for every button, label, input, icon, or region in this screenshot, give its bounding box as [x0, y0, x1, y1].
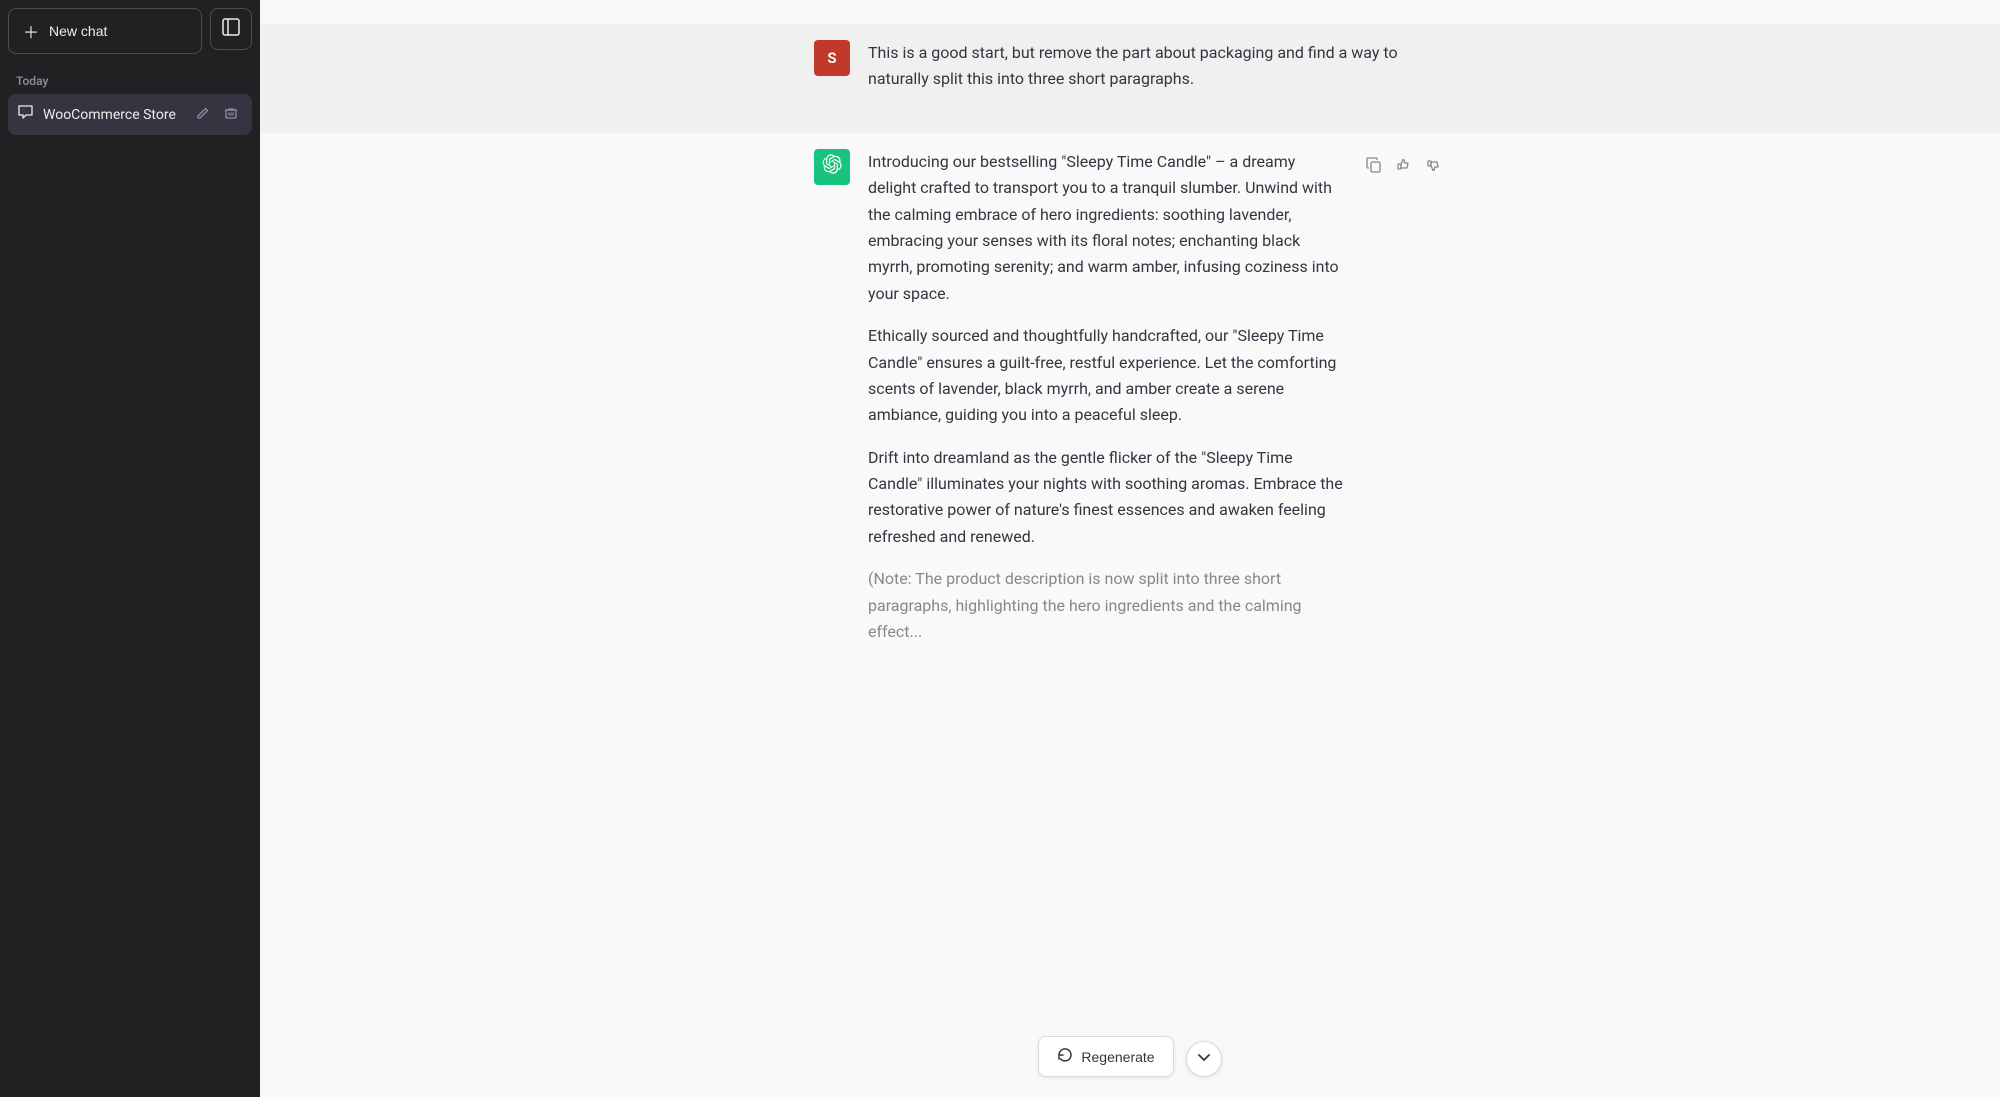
sidebar-top: ＋ New chat	[8, 8, 252, 54]
ai-message-actions	[1362, 153, 1446, 177]
user-message-text: This is a good start, but remove the par…	[868, 40, 1446, 93]
today-section: Today WooCommerce Store	[8, 70, 252, 135]
plus-icon: ＋	[23, 19, 39, 43]
thumbs-up-button[interactable]	[1392, 153, 1416, 177]
ai-message-row: Introducing our bestselling "Sleepy Time…	[814, 149, 1446, 646]
chat-item-left: WooCommerce Store	[18, 105, 192, 124]
edit-chat-button[interactable]	[192, 104, 214, 125]
today-label: Today	[8, 70, 252, 94]
chat-item-name: WooCommerce Store	[43, 107, 176, 123]
chevron-down-icon	[1196, 1049, 1212, 1070]
user-message-wrapper: S This is a good start, but remove the p…	[260, 24, 2000, 133]
ai-paragraph-4: (Note: The product description is now sp…	[868, 566, 1344, 645]
ai-paragraph-2: Ethically sourced and thoughtfully handc…	[868, 323, 1344, 429]
sidebar: ＋ New chat Today WooCommerce Store	[0, 0, 260, 1097]
sidebar-icon	[222, 18, 240, 41]
sidebar-toggle-button[interactable]	[210, 8, 252, 50]
user-avatar-letter: S	[827, 49, 836, 67]
new-chat-button[interactable]: ＋ New chat	[8, 8, 202, 54]
user-message-body: This is a good start, but remove the par…	[868, 40, 1446, 93]
ai-message-body: Introducing our bestselling "Sleepy Time…	[868, 149, 1344, 646]
delete-chat-button[interactable]	[220, 104, 242, 125]
main-content: S This is a good start, but remove the p…	[260, 0, 2000, 1097]
chat-scroll[interactable]: S This is a good start, but remove the p…	[260, 0, 2000, 1024]
bottom-bar: Regenerate	[260, 1024, 2000, 1097]
thumbs-down-button[interactable]	[1422, 153, 1446, 177]
copy-button[interactable]	[1362, 153, 1386, 177]
ai-message-container: Introducing our bestselling "Sleepy Time…	[790, 149, 1470, 646]
ai-paragraph-1: Introducing our bestselling "Sleepy Time…	[868, 149, 1344, 307]
chat-item-actions	[192, 104, 242, 125]
regenerate-icon	[1057, 1047, 1073, 1066]
ai-logo-icon	[822, 154, 842, 179]
user-message-container: S This is a good start, but remove the p…	[790, 40, 1470, 93]
user-message-row: S This is a good start, but remove the p…	[814, 40, 1446, 93]
scroll-down-button[interactable]	[1186, 1041, 1222, 1077]
regenerate-button[interactable]: Regenerate	[1038, 1036, 1173, 1077]
ai-message-wrapper: Introducing our bestselling "Sleepy Time…	[260, 133, 2000, 686]
chat-bubble-icon	[18, 105, 33, 124]
new-chat-label: New chat	[49, 23, 107, 39]
ai-avatar	[814, 149, 850, 185]
regenerate-label: Regenerate	[1081, 1049, 1154, 1065]
user-avatar: S	[814, 40, 850, 76]
chat-item-woocommerce[interactable]: WooCommerce Store	[8, 94, 252, 135]
ai-paragraph-3: Drift into dreamland as the gentle flick…	[868, 445, 1344, 551]
